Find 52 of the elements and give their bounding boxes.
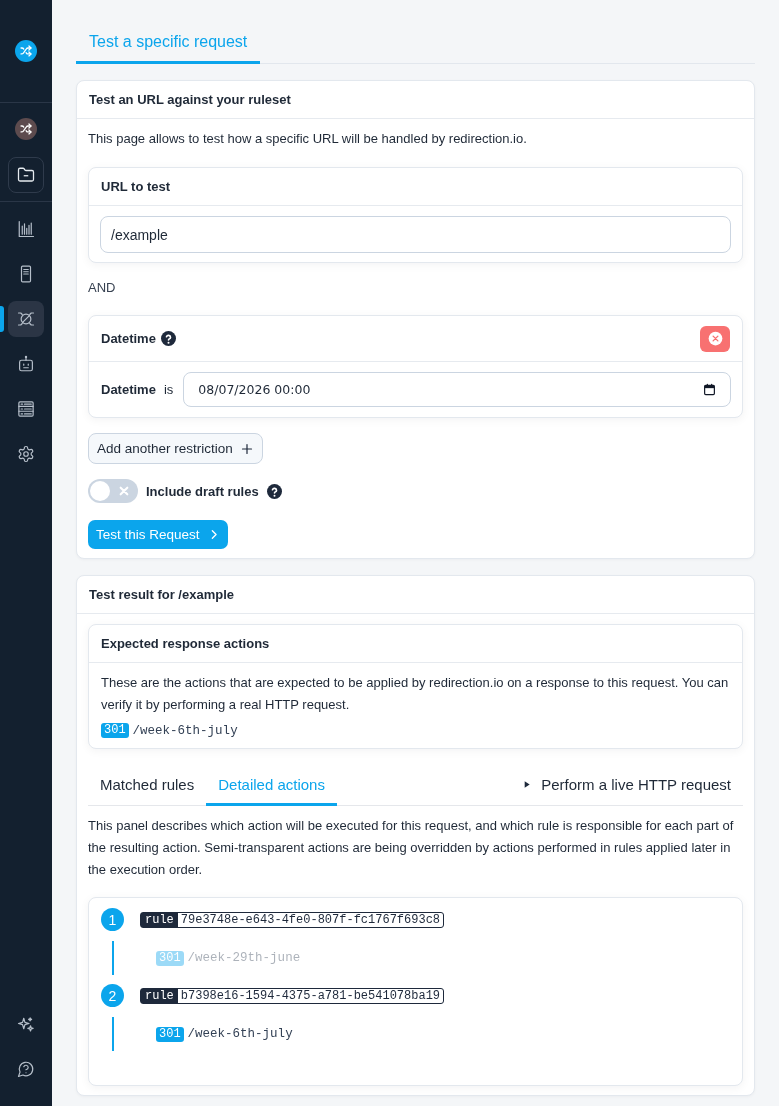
live-request-toggle[interactable]: Perform a live HTTP request [523,766,743,805]
sparkles-icon [17,1016,35,1034]
result-tab[interactable]: Matched rules [88,766,207,806]
x-icon [119,486,129,496]
help-icon [266,483,282,499]
status-code: 301 [156,1026,184,1042]
timeline-line [111,941,114,975]
operator-label: is [163,382,174,397]
plus-icon [240,442,253,455]
card-title: Test an URL against your ruleset [89,92,291,107]
step-number: 1 [101,908,124,931]
help-icon [160,331,176,346]
redirect-target: /week-29th-june [187,951,301,965]
card-title: Test result for /example [89,587,234,602]
rule-label: rule [141,988,178,1003]
redirect-target: /week-6th-july [187,1027,293,1041]
description-text: This panel describes which action will be executed for this request, and which rule is responsible for each part of the resulting action. Semi-transparent actions are being overridden by actions performed in rules applied later in the execution order. [88,817,735,879]
nav-button[interactable] [8,301,44,337]
timeline-line [111,1017,114,1051]
robot-icon [17,355,35,373]
description-text: These are the actions that are expected to be applied by redirection.io on a response to this request. You can verify it by performing a real HTTP request. [101,674,730,714]
status-code: 301 [156,950,184,966]
status-code: 301 [101,723,129,738]
logo-icon [15,40,37,62]
field-label: Datetime [101,382,156,397]
close-icon [707,331,723,346]
settings-icon [17,445,35,463]
redirect-target: /week-6th-july [132,723,238,738]
rule-id: b7398e16-1594-4375-a781-be541078ba19 [179,988,442,1003]
remove-button[interactable] [700,325,730,352]
bar-chart-icon [17,220,35,238]
rule-id: 79e3748e-e643-4fe0-807f-fc1767f693c8 [179,912,442,927]
card-title: Expected response actions [101,636,270,651]
card-title: Datetime [101,331,156,346]
url-input[interactable]: /example [100,216,731,253]
description-text: This page allows to test how a specific URL will be handled by redirection.io. [88,130,528,148]
step-number: 2 [101,984,124,1007]
datetime-input[interactable]: 08/07/2026 00:00 [183,372,731,407]
toggle-switch[interactable] [88,479,138,503]
toggle-label: Include draft rules [146,483,259,499]
help-bubble-icon [17,1060,35,1078]
folder-icon [17,166,35,184]
folder-button[interactable] [8,157,44,193]
add-restriction-button[interactable]: Add another restriction [88,433,263,464]
connector-label: AND [88,279,117,297]
rule-label: rule [141,912,178,927]
shuffle-icon [15,118,37,140]
calendar-icon [703,383,716,396]
server-icon [17,400,35,418]
card-title: URL to test [101,179,171,194]
circle-slash-icon [17,310,35,328]
active-indicator [0,306,4,332]
